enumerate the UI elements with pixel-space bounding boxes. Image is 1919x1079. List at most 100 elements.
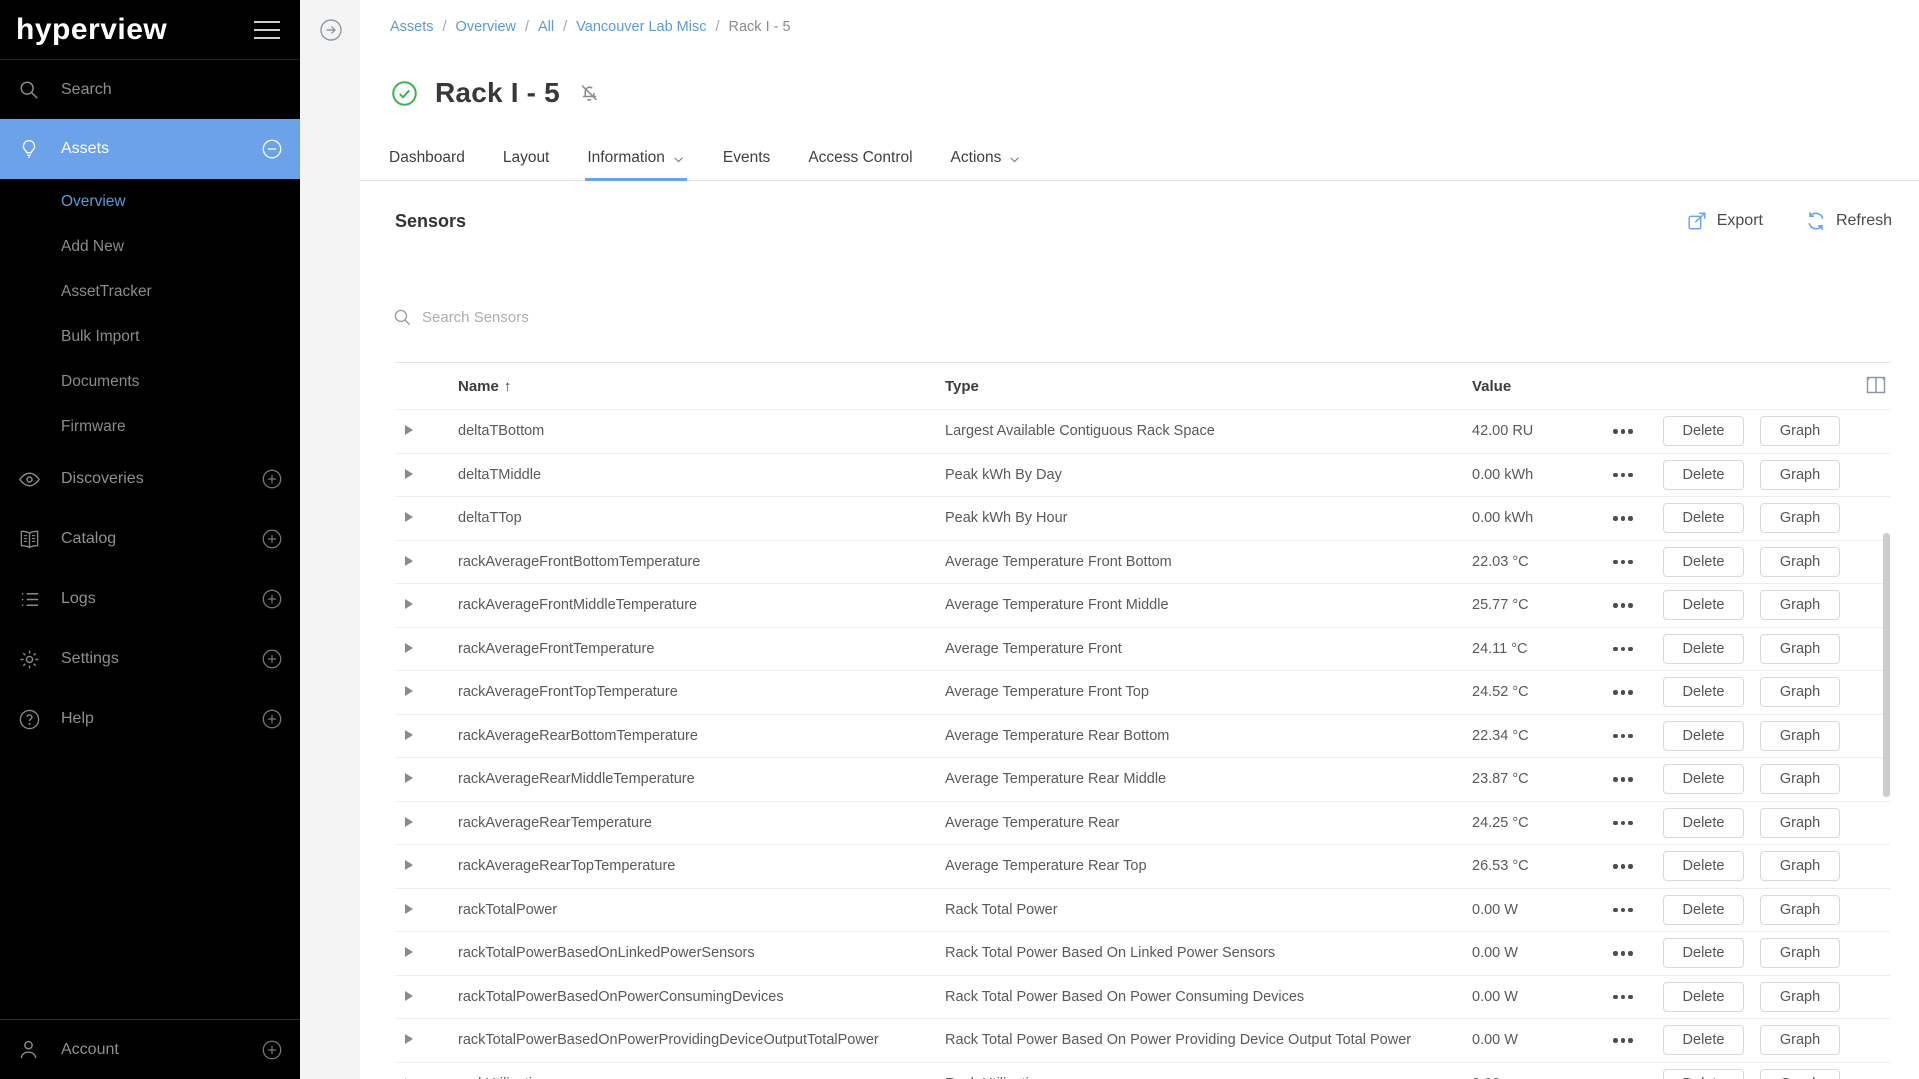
row-menu-button[interactable] (1584, 647, 1662, 652)
delete-button[interactable]: Delete (1663, 1025, 1744, 1055)
tab-information[interactable]: Information (585, 139, 687, 181)
graph-button[interactable]: Graph (1760, 503, 1840, 533)
breadcrumb-link-vancouver-lab-misc[interactable]: Vancouver Lab Misc (576, 19, 706, 35)
delete-button[interactable]: Delete (1663, 851, 1744, 881)
sidebar-item-help[interactable]: Help (0, 689, 300, 749)
row-expand-button[interactable] (395, 728, 458, 744)
graph-button[interactable]: Graph (1760, 1025, 1840, 1055)
sidebar-item-discoveries[interactable]: Discoveries (0, 449, 300, 509)
delete-button[interactable]: Delete (1663, 1069, 1744, 1079)
tab-actions[interactable]: Actions (949, 139, 1024, 181)
graph-button[interactable]: Graph (1760, 634, 1840, 664)
row-menu-button[interactable] (1584, 864, 1662, 869)
sidebar-subitem-firmware[interactable]: Firmware (0, 404, 300, 449)
refresh-button[interactable]: Refresh (1805, 210, 1892, 232)
add-plus-icon[interactable] (261, 708, 283, 730)
add-plus-icon[interactable] (261, 468, 283, 490)
bell-muted-icon[interactable] (577, 81, 601, 105)
row-expand-button[interactable] (395, 554, 458, 570)
sidebar-item-assets[interactable]: Assets (0, 119, 300, 179)
row-menu-button[interactable] (1584, 429, 1662, 434)
row-menu-button[interactable] (1584, 690, 1662, 695)
breadcrumb-link-overview[interactable]: Overview (456, 19, 516, 35)
row-expand-button[interactable] (395, 858, 458, 874)
sidebar-subitem-documents[interactable]: Documents (0, 359, 300, 404)
sidebar-item-logs[interactable]: Logs (0, 569, 300, 629)
menu-icon[interactable] (254, 21, 280, 45)
sidebar-subitem-add-new[interactable]: Add New (0, 224, 300, 269)
graph-button[interactable]: Graph (1760, 460, 1840, 490)
column-header-name[interactable]: Name↑ (458, 378, 945, 395)
row-menu-button[interactable] (1584, 1038, 1662, 1043)
row-menu-button[interactable] (1584, 473, 1662, 478)
delete-button[interactable]: Delete (1663, 416, 1744, 446)
delete-button[interactable]: Delete (1663, 895, 1744, 925)
column-header-type[interactable]: Type (945, 378, 1472, 395)
row-expand-button[interactable] (395, 467, 458, 483)
row-expand-button[interactable] (395, 815, 458, 831)
sidebar-subitem-overview[interactable]: Overview (0, 179, 300, 224)
breadcrumb-link-all[interactable]: All (538, 19, 554, 35)
column-settings-icon[interactable] (1864, 373, 1888, 397)
row-menu-button[interactable] (1584, 821, 1662, 826)
delete-button[interactable]: Delete (1663, 547, 1744, 577)
graph-button[interactable]: Graph (1760, 416, 1840, 446)
row-expand-button[interactable] (395, 989, 458, 1005)
delete-button[interactable]: Delete (1663, 764, 1744, 794)
sidebar-subitem-assettracker[interactable]: AssetTracker (0, 269, 300, 314)
tab-access-control[interactable]: Access Control (806, 139, 914, 181)
graph-button[interactable]: Graph (1760, 721, 1840, 751)
row-menu-button[interactable] (1584, 908, 1662, 913)
breadcrumb-link-assets[interactable]: Assets (390, 19, 434, 35)
column-header-value[interactable]: Value (1472, 378, 1584, 395)
delete-button[interactable]: Delete (1663, 460, 1744, 490)
sidebar-item-account[interactable]: Account (0, 1019, 300, 1079)
graph-button[interactable]: Graph (1760, 764, 1840, 794)
sidebar-item-catalog[interactable]: Catalog (0, 509, 300, 569)
graph-button[interactable]: Graph (1760, 677, 1840, 707)
search-sensors-input[interactable] (422, 309, 822, 326)
row-expand-button[interactable] (395, 423, 458, 439)
graph-button[interactable]: Graph (1760, 590, 1840, 620)
delete-button[interactable]: Delete (1663, 721, 1744, 751)
row-expand-button[interactable] (395, 641, 458, 657)
row-menu-button[interactable] (1584, 560, 1662, 565)
export-button[interactable]: Export (1686, 210, 1763, 232)
row-expand-button[interactable] (395, 945, 458, 961)
row-expand-button[interactable] (395, 597, 458, 613)
row-menu-button[interactable] (1584, 951, 1662, 956)
delete-button[interactable]: Delete (1663, 634, 1744, 664)
row-menu-button[interactable] (1584, 734, 1662, 739)
tab-layout[interactable]: Layout (501, 139, 552, 181)
row-expand-button[interactable] (395, 510, 458, 526)
tab-events[interactable]: Events (721, 139, 772, 181)
delete-button[interactable]: Delete (1663, 982, 1744, 1012)
delete-button[interactable]: Delete (1663, 808, 1744, 838)
add-plus-icon[interactable] (261, 528, 283, 550)
delete-button[interactable]: Delete (1663, 677, 1744, 707)
delete-button[interactable]: Delete (1663, 503, 1744, 533)
collapse-sidebar-button[interactable] (319, 18, 343, 42)
sidebar-subitem-bulk-import[interactable]: Bulk Import (0, 314, 300, 359)
graph-button[interactable]: Graph (1760, 938, 1840, 968)
graph-button[interactable]: Graph (1760, 547, 1840, 577)
collapse-minus-icon[interactable] (261, 138, 283, 160)
row-menu-button[interactable] (1584, 995, 1662, 1000)
delete-button[interactable]: Delete (1663, 590, 1744, 620)
graph-button[interactable]: Graph (1760, 895, 1840, 925)
add-plus-icon[interactable] (261, 648, 283, 670)
row-menu-button[interactable] (1584, 603, 1662, 608)
row-expand-button[interactable] (395, 684, 458, 700)
graph-button[interactable]: Graph (1760, 808, 1840, 838)
add-plus-icon[interactable] (261, 588, 283, 610)
add-plus-icon[interactable] (261, 1039, 283, 1061)
row-menu-button[interactable] (1584, 777, 1662, 782)
graph-button[interactable]: Graph (1760, 982, 1840, 1012)
row-expand-button[interactable] (395, 902, 458, 918)
row-expand-button[interactable] (395, 1032, 458, 1048)
graph-button[interactable]: Graph (1760, 851, 1840, 881)
row-menu-button[interactable] (1584, 516, 1662, 521)
graph-button[interactable]: Graph (1760, 1069, 1840, 1079)
row-expand-button[interactable] (395, 771, 458, 787)
delete-button[interactable]: Delete (1663, 938, 1744, 968)
